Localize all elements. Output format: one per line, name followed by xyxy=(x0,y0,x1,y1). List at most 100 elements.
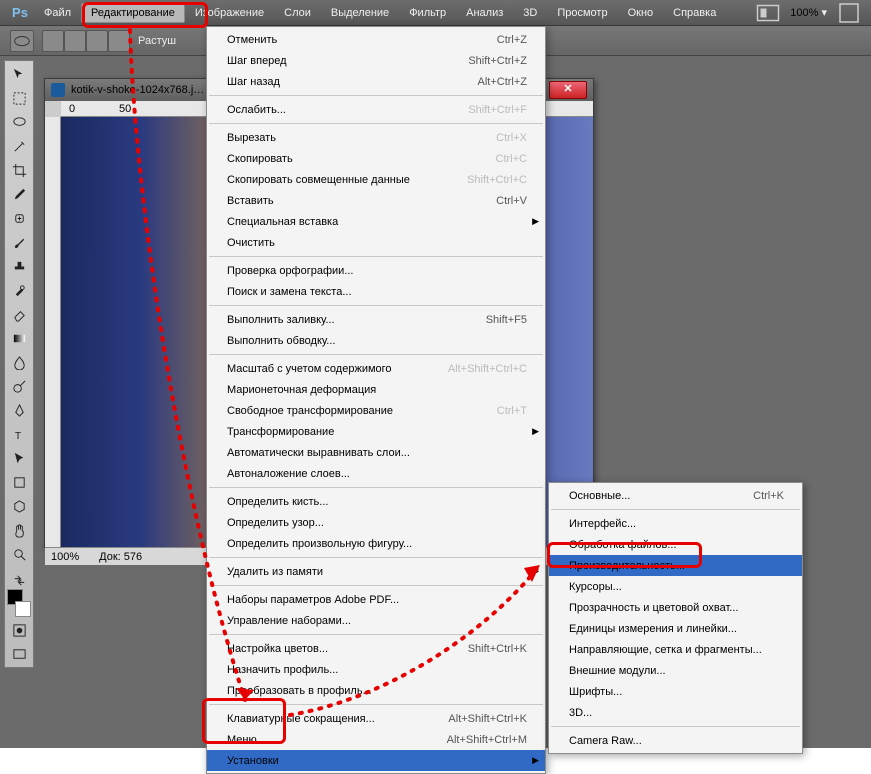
selection-new-icon[interactable] xyxy=(42,30,64,52)
submenu-arrow-icon: ▶ xyxy=(532,216,539,227)
menu-item[interactable]: Курсоры... xyxy=(549,576,802,597)
3d-tool-icon[interactable] xyxy=(7,495,31,517)
menu-item: Определить узор... xyxy=(207,512,545,533)
menu-filter[interactable]: Фильтр xyxy=(399,3,456,23)
window-controls-icon[interactable] xyxy=(837,4,861,22)
menu-item-label: Вырезать xyxy=(227,132,496,144)
menu-item[interactable]: Установки▶ xyxy=(207,750,545,771)
menu-item[interactable]: ОтменитьCtrl+Z xyxy=(207,29,545,50)
menu-item-shortcut: Alt+Ctrl+Z xyxy=(477,76,527,88)
toolbox: T xyxy=(4,60,34,668)
menu-help[interactable]: Справка xyxy=(663,3,726,23)
heal-tool-icon[interactable] xyxy=(7,207,31,229)
menu-file[interactable]: Файл xyxy=(34,3,81,23)
menu-item-shortcut: Shift+Ctrl+K xyxy=(468,643,527,655)
menu-item[interactable]: Наборы параметров Adobe PDF... xyxy=(207,589,545,610)
status-docsize[interactable]: Док: 576 xyxy=(99,551,142,563)
gradient-tool-icon[interactable] xyxy=(7,327,31,349)
lasso-tool-icon[interactable] xyxy=(7,111,31,133)
menu-item-label: Масштаб с учетом содержимого xyxy=(227,363,448,375)
background-color-swatch[interactable] xyxy=(15,601,31,617)
stamp-tool-icon[interactable] xyxy=(7,255,31,277)
ruler-vertical[interactable] xyxy=(45,117,61,547)
type-tool-icon[interactable]: T xyxy=(7,423,31,445)
quickmask-icon[interactable] xyxy=(7,619,31,641)
menu-select[interactable]: Выделение xyxy=(321,3,399,23)
document-title: kotik-v-shoke-1024x768.j… xyxy=(71,84,204,96)
menu-item-label: Автоматически выравнивать слои... xyxy=(227,447,527,459)
menu-item[interactable]: 3D... xyxy=(549,702,802,723)
document-icon xyxy=(51,83,65,97)
eyedropper-tool-icon[interactable] xyxy=(7,183,31,205)
selection-add-icon[interactable] xyxy=(64,30,86,52)
path-select-tool-icon[interactable] xyxy=(7,447,31,469)
menu-item[interactable]: Клавиатурные сокращения...Alt+Shift+Ctrl… xyxy=(207,708,545,729)
menu-item[interactable]: ВставитьCtrl+V xyxy=(207,190,545,211)
menu-analysis[interactable]: Анализ xyxy=(456,3,513,23)
pen-tool-icon[interactable] xyxy=(7,399,31,421)
history-brush-tool-icon[interactable] xyxy=(7,279,31,301)
workspace-switcher-icon[interactable] xyxy=(756,4,780,22)
tool-preset-icon[interactable] xyxy=(10,30,34,52)
menu-item-label: Управление наборами... xyxy=(227,615,527,627)
menu-edit[interactable]: Редактирование xyxy=(81,3,185,23)
crop-tool-icon[interactable] xyxy=(7,159,31,181)
close-button[interactable]: ✕ xyxy=(549,81,587,99)
menu-item[interactable]: Прозрачность и цветовой охват... xyxy=(549,597,802,618)
status-zoom[interactable]: 100% xyxy=(51,551,79,563)
dodge-tool-icon[interactable] xyxy=(7,375,31,397)
wand-tool-icon[interactable] xyxy=(7,135,31,157)
menu-item-label: Выполнить обводку... xyxy=(227,335,527,347)
menu-item: Удалить из памяти▶ xyxy=(207,561,545,582)
menu-item-shortcut: Ctrl+T xyxy=(497,405,527,417)
menu-item[interactable]: Меню...Alt+Shift+Ctrl+M xyxy=(207,729,545,750)
menu-window[interactable]: Окно xyxy=(618,3,664,23)
menu-3d[interactable]: 3D xyxy=(513,3,547,23)
menu-item[interactable]: Шрифты... xyxy=(549,681,802,702)
menu-item[interactable]: Преобразовать в профиль... xyxy=(207,680,545,701)
menu-item-label: Скопировать xyxy=(227,153,496,165)
menu-item[interactable]: Назначить профиль... xyxy=(207,659,545,680)
menu-item[interactable]: Обработка файлов... xyxy=(549,534,802,555)
menu-image[interactable]: Изображение xyxy=(185,3,274,23)
menu-item[interactable]: Производительность... xyxy=(549,555,802,576)
menu-item-label: Скопировать совмещенные данные xyxy=(227,174,467,186)
menu-item-label: Специальная вставка xyxy=(227,216,527,228)
menu-item[interactable]: Специальная вставка ▶ xyxy=(207,211,545,232)
shape-tool-icon[interactable] xyxy=(7,471,31,493)
marquee-tool-icon[interactable] xyxy=(7,87,31,109)
menu-item-label: Интерфейс... xyxy=(569,518,784,530)
menu-item[interactable]: Выполнить заливку...Shift+F5 xyxy=(207,309,545,330)
menu-item[interactable]: Шаг назадAlt+Ctrl+Z xyxy=(207,71,545,92)
preferences-submenu: Основные...Ctrl+K Интерфейс... Обработка ф… xyxy=(548,482,803,754)
menu-item[interactable]: Основные...Ctrl+K xyxy=(549,485,802,506)
menu-item-shortcut: Shift+Ctrl+C xyxy=(467,174,527,186)
menu-item[interactable]: Шаг впередShift+Ctrl+Z xyxy=(207,50,545,71)
menu-item[interactable]: Направляющие, сетка и фрагменты... xyxy=(549,639,802,660)
menu-item: Ослабить...Shift+Ctrl+F xyxy=(207,99,545,120)
selection-intersect-icon[interactable] xyxy=(108,30,130,52)
hand-tool-icon[interactable] xyxy=(7,519,31,541)
menu-layers[interactable]: Слои xyxy=(274,3,321,23)
swap-colors-icon[interactable] xyxy=(7,573,31,587)
move-tool-icon[interactable] xyxy=(7,63,31,85)
menu-item[interactable]: Внешние модули... xyxy=(549,660,802,681)
submenu-arrow-icon: ▶ xyxy=(532,755,539,766)
menu-item[interactable]: Управление наборами... xyxy=(207,610,545,631)
zoom-display[interactable]: 100% ▾ xyxy=(784,6,833,19)
brush-tool-icon[interactable] xyxy=(7,231,31,253)
eraser-tool-icon[interactable] xyxy=(7,303,31,325)
zoom-tool-icon[interactable] xyxy=(7,543,31,565)
menu-item[interactable]: Интерфейс... xyxy=(549,513,802,534)
menu-item-label: Единицы измерения и линейки... xyxy=(569,623,784,635)
menu-item-shortcut: Alt+Shift+Ctrl+M xyxy=(447,734,527,746)
selection-subtract-icon[interactable] xyxy=(86,30,108,52)
blur-tool-icon[interactable] xyxy=(7,351,31,373)
menu-item: Автоналожение слоев... xyxy=(207,463,545,484)
menu-item[interactable]: Настройка цветов...Shift+Ctrl+K xyxy=(207,638,545,659)
menu-item-label: Ослабить... xyxy=(227,104,468,116)
screenmode-icon[interactable] xyxy=(7,643,31,665)
menu-view[interactable]: Просмотр xyxy=(547,3,617,23)
menu-item-shortcut: Shift+Ctrl+F xyxy=(468,104,527,116)
menu-item[interactable]: Единицы измерения и линейки... xyxy=(549,618,802,639)
